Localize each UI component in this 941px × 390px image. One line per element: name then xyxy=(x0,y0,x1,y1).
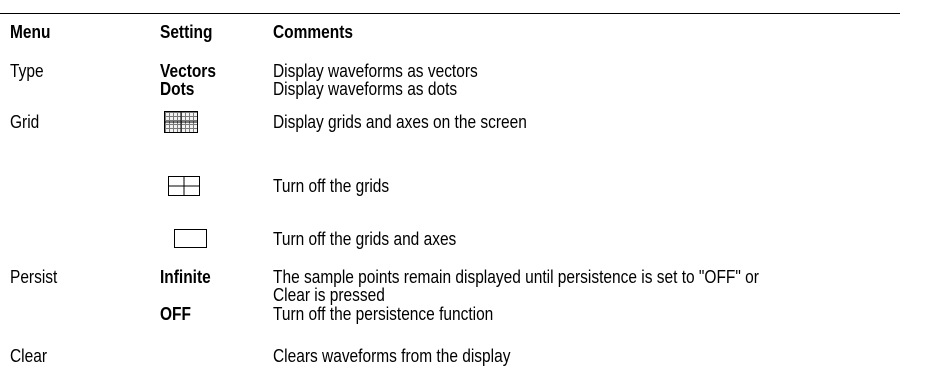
grid-with-axes-icon xyxy=(164,111,198,133)
comment-grid-off: Turn off the grids xyxy=(273,176,390,196)
axes-only-icon xyxy=(168,176,200,196)
comment-grid-axes-off: Turn off the grids and axes xyxy=(273,229,457,249)
setting-infinite: Infinite xyxy=(160,267,211,287)
empty-frame-icon xyxy=(174,229,207,248)
comment-grid-on: Display grids and axes on the screen xyxy=(273,112,527,132)
comment-infinite-line2: Clear is pressed xyxy=(273,285,385,305)
comment-dots: Display waveforms as dots xyxy=(273,79,458,99)
header-setting: Setting xyxy=(160,22,213,42)
header-menu: Menu xyxy=(10,22,51,42)
menu-type: Type xyxy=(10,61,44,81)
header-comments: Comments xyxy=(273,22,353,42)
setting-dots: Dots xyxy=(160,79,195,99)
comment-off: Turn off the persistence function xyxy=(273,304,494,324)
comment-clear: Clears waveforms from the display xyxy=(273,346,511,366)
menu-persist: Persist xyxy=(10,267,58,287)
menu-clear: Clear xyxy=(10,346,47,366)
menu-grid: Grid xyxy=(10,112,40,132)
top-rule xyxy=(0,13,900,14)
setting-off: OFF xyxy=(160,304,191,324)
